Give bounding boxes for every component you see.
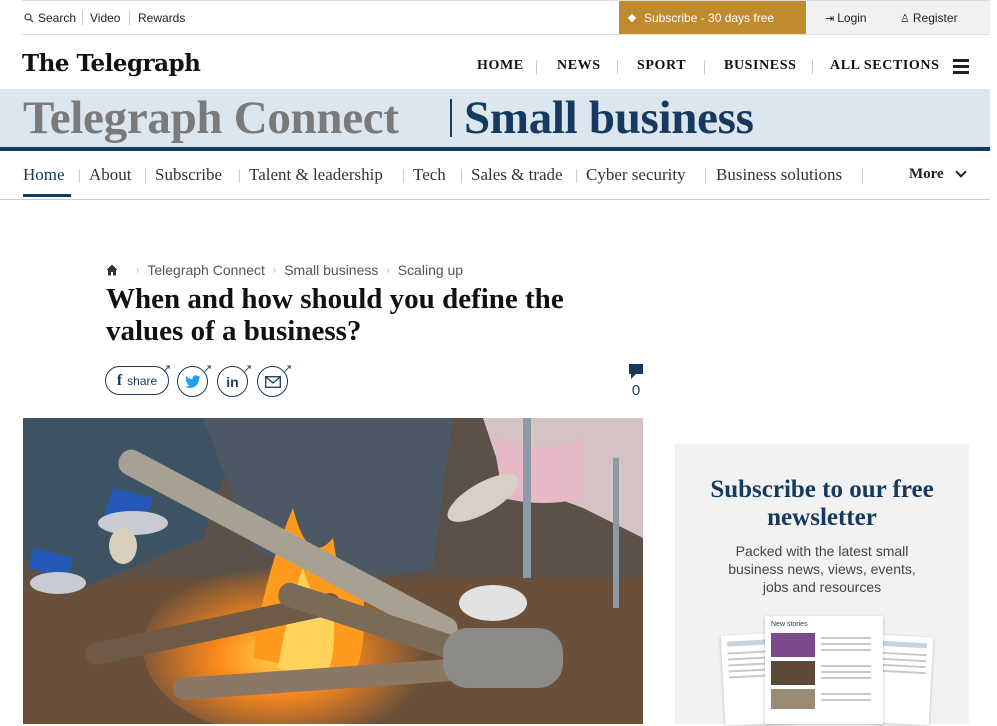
facebook-share-button[interactable]: f share: [105, 366, 169, 395]
divider: [79, 169, 80, 183]
linkedin-icon: in: [226, 373, 239, 390]
divider: [617, 60, 618, 74]
secnav-about[interactable]: About: [89, 165, 132, 185]
chevron-right-icon: ›: [386, 264, 390, 276]
divider: [536, 60, 537, 74]
comments-link[interactable]: 0: [628, 364, 644, 399]
home-icon[interactable]: [106, 264, 118, 276]
share-label: share: [127, 373, 158, 388]
video-link[interactable]: Video: [90, 1, 120, 34]
external-link-icon: ↗: [283, 363, 293, 375]
utility-bar: Search Video Rewards Subscribe - 30 days…: [22, 0, 990, 35]
chevron-down-icon[interactable]: [955, 166, 967, 178]
secnav-tech[interactable]: Tech: [413, 165, 446, 185]
newsletter-description: Packed with the latest small business ne…: [728, 543, 916, 595]
email-icon: [264, 375, 281, 388]
active-indicator: [23, 194, 71, 197]
section-banner: Telegraph Connect Small business: [0, 89, 990, 151]
nav-sport[interactable]: SPORT: [637, 58, 686, 74]
divider: [704, 60, 705, 74]
divider: [705, 169, 706, 183]
site-logo[interactable]: The Telegraph: [22, 50, 201, 77]
newsletter-promo[interactable]: Subscribe to our free newsletter Packed …: [675, 444, 969, 726]
auth-area: ⇥ Login ♙ Register: [807, 1, 990, 34]
rewards-link[interactable]: Rewards: [138, 1, 185, 34]
newsletter-title: Subscribe to our free newsletter: [710, 476, 934, 531]
divider: [129, 10, 130, 25]
subscribe-label: Subscribe - 30 days free: [644, 10, 775, 25]
divider: [239, 169, 240, 183]
article-headline: When and how should you define the value…: [106, 283, 564, 347]
campfire-photo: [23, 418, 643, 724]
secnav-sales[interactable]: Sales & trade: [471, 165, 563, 185]
rewards-label: Rewards: [138, 10, 186, 25]
login-label: Login: [837, 10, 867, 25]
nav-all-sections[interactable]: ALL SECTIONS: [830, 58, 940, 74]
login-link[interactable]: ⇥ Login: [825, 11, 867, 25]
secnav-business-solutions[interactable]: Business solutions: [716, 165, 842, 185]
banner-divider: [450, 99, 452, 137]
search-label: Search: [38, 10, 77, 25]
divider: [862, 169, 863, 183]
subscribe-button[interactable]: Subscribe - 30 days free: [619, 1, 806, 34]
search-link[interactable]: Search: [24, 1, 76, 34]
nav-home[interactable]: HOME: [477, 58, 524, 74]
divider: [145, 169, 146, 183]
newsletter-preview-main: New stories: [765, 616, 883, 724]
nav-business[interactable]: BUSINESS: [724, 58, 797, 74]
comment-count: 0: [631, 382, 641, 399]
external-link-icon: ↗: [162, 363, 172, 375]
article-hero-image: [23, 418, 643, 724]
banner-section[interactable]: Small business: [464, 91, 754, 145]
section-nav: Home About Subscribe Talent & leadership…: [0, 152, 990, 200]
nav-news[interactable]: NEWS: [557, 58, 601, 74]
divider: [82, 10, 83, 25]
secnav-home[interactable]: Home: [23, 165, 65, 185]
external-link-icon: ↗: [243, 363, 253, 375]
diamond-icon: [627, 13, 637, 22]
register-label: Register: [912, 10, 958, 25]
video-label: Video: [90, 10, 121, 25]
divider: [576, 169, 577, 183]
more-menu[interactable]: More: [909, 166, 944, 183]
menu-icon[interactable]: [953, 59, 969, 74]
comment-icon: [629, 364, 643, 379]
chevron-right-icon: ›: [136, 264, 140, 276]
preview-header: New stories: [771, 621, 808, 628]
login-icon: ⇥: [825, 12, 835, 25]
chevron-right-icon: ›: [272, 264, 277, 276]
breadcrumb-item[interactable]: Telegraph Connect: [147, 262, 265, 278]
divider: [403, 169, 404, 183]
breadcrumb-item[interactable]: Small business: [284, 262, 378, 278]
external-link-icon: ↗: [203, 363, 213, 375]
user-icon: ♙: [900, 12, 910, 25]
register-link[interactable]: ♙ Register: [900, 11, 958, 25]
divider: [461, 169, 462, 183]
divider: [812, 60, 813, 74]
search-icon: [24, 12, 34, 22]
secnav-talent[interactable]: Talent & leadership: [249, 165, 383, 185]
breadcrumb-item[interactable]: Scaling up: [398, 262, 463, 278]
facebook-icon: f: [116, 371, 123, 389]
twitter-icon: [184, 374, 200, 388]
banner-brand[interactable]: Telegraph Connect: [23, 91, 399, 145]
secnav-cyber[interactable]: Cyber security: [586, 165, 686, 185]
breadcrumb: › Telegraph Connect › Small business › S…: [106, 262, 463, 278]
secnav-subscribe[interactable]: Subscribe: [155, 165, 222, 185]
